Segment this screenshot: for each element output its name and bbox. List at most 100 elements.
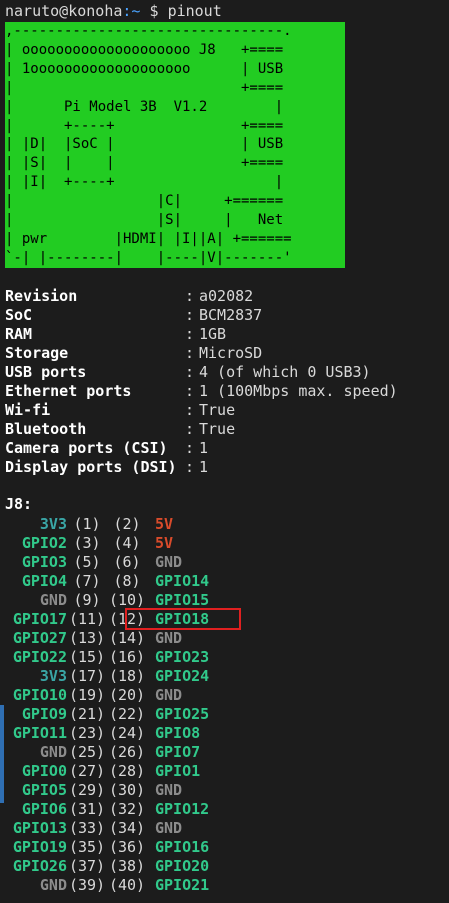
board-line: ,--------------------------------. (5, 23, 292, 39)
pin-number-right: (22) (108, 705, 146, 723)
pin-label-right: GPIO1 (155, 762, 201, 780)
pin-label-right: GPIO12 (155, 800, 210, 818)
info-separator: : (185, 458, 195, 476)
board-line: | Pi Model 3B V1.2 | (5, 98, 284, 115)
pin-label-right: 5V (155, 515, 174, 533)
info-key: RAM (5, 325, 33, 343)
pin-number-left: (25) (68, 743, 106, 761)
pin-number-right: (36) (108, 838, 146, 856)
info-key: Camera ports (CSI) (5, 439, 168, 457)
header-label: J8: (5, 495, 33, 513)
pin-row: GPIO19 (35) (36) GPIO16 (5, 838, 235, 857)
info-value: BCM2837 (199, 306, 263, 324)
pin-number-left: (29) (68, 781, 106, 799)
board-line: | |C| +====== (5, 193, 284, 210)
prompt-command: pinout (167, 2, 222, 20)
info-row: RAM:1GB (5, 325, 398, 344)
pin-number-left: (19) (68, 686, 106, 704)
pin-number-right: (8) (113, 572, 141, 590)
info-row: Display ports (DSI):1 (5, 458, 398, 477)
info-row: USB ports:4 (of which 0 USB3) (5, 363, 398, 382)
pin-label-left: GPIO2 (21, 534, 67, 552)
pin-label-left: GPIO11 (12, 724, 67, 742)
pin-label-left: GPIO19 (12, 838, 67, 856)
pin-label-left: GPIO26 (12, 857, 67, 875)
pin-number-right: (20) (108, 686, 146, 704)
pin-number-left: (15) (68, 648, 106, 666)
info-value: 1 (199, 458, 209, 476)
info-value: 1 (100Mbps max. speed) (199, 382, 398, 400)
pin-number-left: (5) (73, 553, 101, 571)
info-value: a02082 (199, 287, 254, 305)
board-line: | |S| | | +==== (5, 155, 284, 172)
pin-number-left: (13) (68, 629, 106, 647)
pin-label-right: GND (155, 781, 183, 799)
board-line: | pwr |HDMI| |I||A| +====== (5, 230, 292, 247)
pin-row: GPIO4 (7) (8) GPIO14 (5, 572, 235, 591)
pin-label-left: 3V3 (39, 515, 67, 533)
pin-label-right: GPIO8 (155, 724, 201, 742)
highlight-box (125, 608, 241, 630)
info-key: Revision (5, 287, 78, 305)
info-value: 4 (of which 0 USB3) (199, 363, 371, 381)
pin-number-left: (37) (68, 857, 106, 875)
pin-number-left: (33) (68, 819, 106, 837)
pin-label-right: GND (155, 819, 183, 837)
pin-label-left: GPIO0 (21, 762, 67, 780)
pin-label-right: GPIO7 (155, 743, 201, 761)
pin-number-right: (14) (108, 629, 146, 647)
board-line: | +==== (5, 79, 284, 96)
pin-row: GPIO3 (5) (6) GND (5, 553, 235, 572)
pin-row: GPIO0 (27) (28) GPIO1 (5, 762, 235, 781)
pin-number-left: (11) (68, 610, 106, 628)
pin-number-left: (17) (68, 667, 106, 685)
board-line: `-| |--------| |----|V|-------' (5, 249, 292, 266)
pin-row: 3V3 (1) (2) 5V (5, 515, 235, 534)
pin-number-right: (28) (108, 762, 146, 780)
info-key: Storage (5, 344, 69, 362)
info-key: Bluetooth (5, 420, 87, 438)
pin-label-left: GPIO17 (12, 610, 67, 628)
pin-number-right: (38) (108, 857, 146, 875)
pin-label-right: GND (155, 553, 183, 571)
info-value: MicroSD (199, 344, 263, 362)
prompt-user: naruto@konoha (5, 2, 123, 20)
pin-number-right: (34) (108, 819, 146, 837)
info-separator: : (185, 401, 195, 419)
pin-label-left: GPIO27 (12, 629, 67, 647)
info-key: Display ports (DSI) (5, 458, 177, 476)
info-row: SoC: BCM2837 (5, 306, 398, 325)
pin-number-left: (7) (73, 572, 101, 590)
pin-number-left: (31) (68, 800, 106, 818)
info-value: 1GB (199, 325, 227, 343)
pin-row: GPIO5 (29) (30) GND (5, 781, 235, 800)
pin-label-left: 3V3 (39, 667, 67, 685)
pin-number-left: (9) (73, 591, 101, 609)
board-line: | |I| +----+ | (5, 174, 284, 191)
info-row: Bluetooth: True (5, 420, 398, 439)
info-row: Revision: a02082 (5, 287, 398, 306)
scroll-accent-bar (0, 705, 4, 803)
pin-label-right: GPIO23 (155, 648, 210, 666)
info-key: SoC (5, 306, 33, 324)
info-row: Wi-fi: True (5, 401, 398, 420)
pin-number-left: (35) (68, 838, 106, 856)
pin-number-left: (3) (73, 534, 101, 552)
pin-number-right: (4) (113, 534, 141, 552)
pin-label-left: GPIO10 (12, 686, 67, 704)
pin-label-left: GPIO22 (12, 648, 67, 666)
info-key: USB ports (5, 363, 87, 381)
pin-number-right: (16) (108, 648, 146, 666)
pin-label-right: GPIO24 (155, 667, 210, 685)
pin-number-right: (24) (108, 724, 146, 742)
board-line: | |S| | Net (5, 212, 284, 229)
pin-number-right: (30) (108, 781, 146, 799)
pin-row: GPIO11 (23) (24) GPIO8 (5, 724, 235, 743)
pin-row: GPIO26 (37) (38) GPIO20 (5, 857, 235, 876)
pin-row: GPIO22 (15) (16) GPIO23 (5, 648, 235, 667)
pin-label-right: GPIO25 (155, 705, 210, 723)
pin-row: GPIO27 (13) (14) GND (5, 629, 235, 648)
board-line: | 1ooooooooooooooooooo | USB (5, 60, 284, 77)
info-separator: : (185, 287, 195, 305)
info-value: 1 (199, 439, 209, 457)
